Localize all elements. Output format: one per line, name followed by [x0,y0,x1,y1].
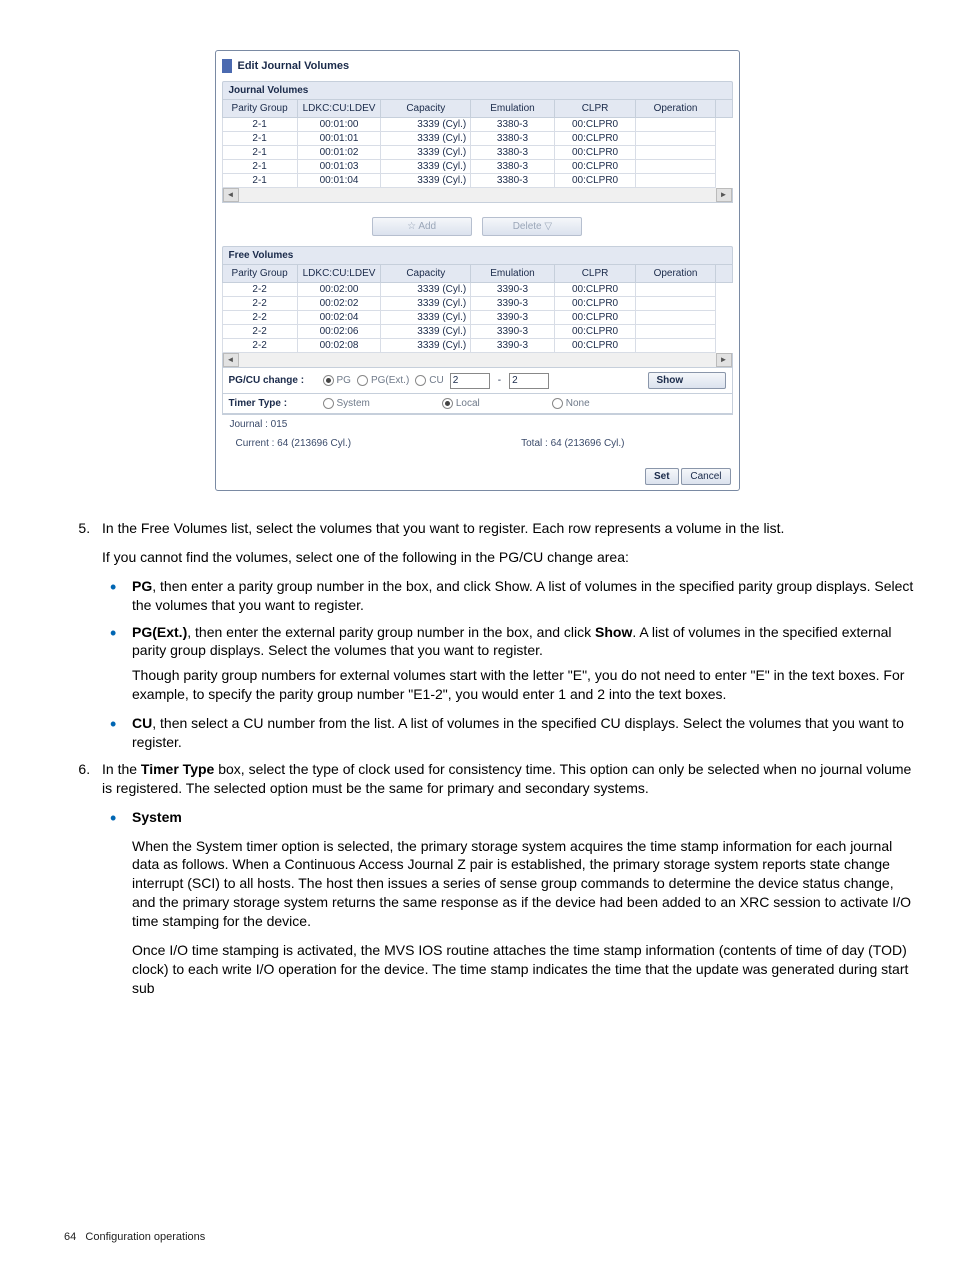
document-body: In the Free Volumes list, select the vol… [40,519,914,998]
scrollbar-vert[interactable] [715,265,732,283]
table-row[interactable]: 2-100:01:023339 (Cyl.)3380-300:CLPR0 [222,146,732,160]
col-capacity[interactable]: Capacity [381,265,471,283]
table-row[interactable]: 2-200:02:003339 (Cyl.)3390-300:CLPR0 [222,283,732,297]
col-parity-group[interactable]: Parity Group [222,100,297,118]
edit-journal-volumes-dialog: Edit Journal Volumes Journal Volumes Par… [215,50,740,491]
col-ldkc[interactable]: LDKC:CU:LDEV [297,265,381,283]
col-clpr[interactable]: CLPR [554,100,636,118]
free-volumes-header: Free Volumes [222,246,733,264]
table-row[interactable]: 2-200:02:023339 (Cyl.)3390-300:CLPR0 [222,297,732,311]
dialog-title: Edit Journal Volumes [238,60,350,72]
delete-button[interactable]: Delete ▽ [482,217,582,236]
pgcu-label: PG/CU change : [229,375,317,386]
dialog-icon [222,59,232,73]
table-row[interactable]: 2-200:02:043339 (Cyl.)3390-300:CLPR0 [222,311,732,325]
radio-system[interactable]: System [323,398,370,409]
bullet-pgext: PG(Ext.), then enter the external parity… [102,623,914,705]
table-row[interactable]: 2-200:02:083339 (Cyl.)3390-300:CLPR0 [222,339,732,353]
bullet-system: System When the System timer option is s… [102,808,914,998]
pgcu-input-2[interactable]: 2 [509,373,549,389]
bullet-cu: CU, then select a CU number from the lis… [102,714,914,752]
col-clpr[interactable]: CLPR [554,265,636,283]
col-parity-group[interactable]: Parity Group [222,265,297,283]
page-footer: 64 Configuration operations [64,1231,205,1243]
journal-info: Journal : 015 [222,414,733,434]
bullet-pg: PG, then enter a parity group number in … [102,577,914,615]
col-operation[interactable]: Operation [636,265,715,283]
col-emulation[interactable]: Emulation [471,265,555,283]
current-label: Current : 64 (213696 Cyl.) [236,438,352,449]
scrollbar-horiz[interactable]: ◄► [222,353,733,368]
col-operation[interactable]: Operation [636,100,715,118]
radio-pgext[interactable]: PG(Ext.) [357,375,409,386]
col-emulation[interactable]: Emulation [471,100,555,118]
step-5: In the Free Volumes list, select the vol… [94,519,914,752]
col-ldkc[interactable]: LDKC:CU:LDEV [297,100,381,118]
journal-volumes-table: Parity Group LDKC:CU:LDEV Capacity Emula… [222,99,733,188]
table-row[interactable]: 2-100:01:013339 (Cyl.)3380-300:CLPR0 [222,132,732,146]
scrollbar-horiz[interactable]: ◄► [222,188,733,203]
step-6: In the Timer Type box, select the type o… [94,760,914,998]
set-button[interactable]: Set [645,468,679,485]
table-row[interactable]: 2-200:02:063339 (Cyl.)3390-300:CLPR0 [222,325,732,339]
radio-pg[interactable]: PG [323,375,351,386]
show-button[interactable]: Show [648,372,726,389]
pgcu-input-1[interactable]: 2 [450,373,490,389]
cancel-button[interactable]: Cancel [681,468,730,485]
timer-type-label: Timer Type : [229,398,317,409]
journal-volumes-header: Journal Volumes [222,81,733,99]
radio-local[interactable]: Local [442,398,480,409]
col-capacity[interactable]: Capacity [381,100,471,118]
scrollbar-vert[interactable] [715,100,732,118]
total-label: Total : 64 (213696 Cyl.) [521,438,624,449]
radio-cu[interactable]: CU [415,375,443,386]
table-row[interactable]: 2-100:01:003339 (Cyl.)3380-300:CLPR0 [222,118,732,132]
table-row[interactable]: 2-100:01:043339 (Cyl.)3380-300:CLPR0 [222,174,732,188]
radio-none[interactable]: None [552,398,590,409]
add-button[interactable]: ☆ Add [372,217,472,236]
free-volumes-table: Parity Group LDKC:CU:LDEV Capacity Emula… [222,264,733,353]
table-row[interactable]: 2-100:01:033339 (Cyl.)3380-300:CLPR0 [222,160,732,174]
